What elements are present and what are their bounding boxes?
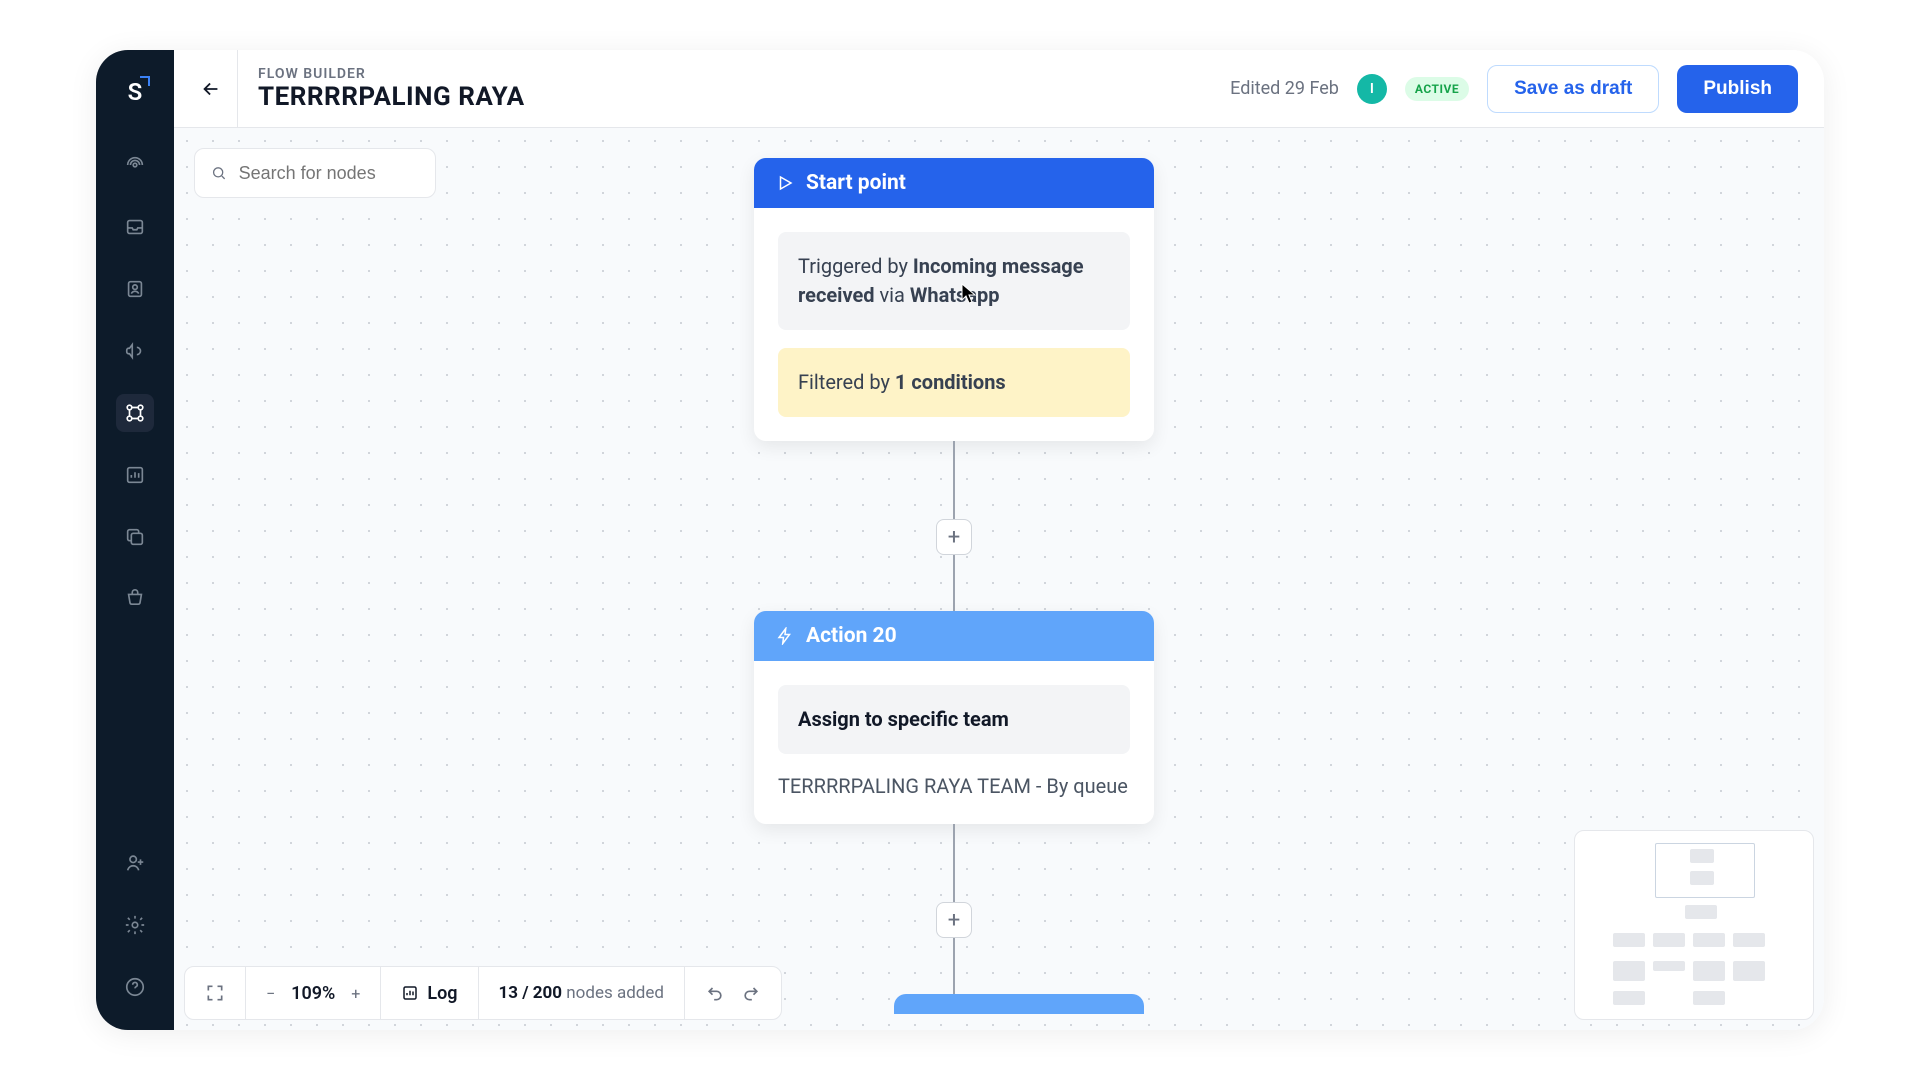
sidebar-flow-icon[interactable] xyxy=(116,394,154,432)
zoom-value: 109% xyxy=(291,983,335,1004)
node-start-title: Start point xyxy=(806,171,906,195)
sidebar-contact-icon[interactable] xyxy=(116,270,154,308)
filter-info: Filtered by 1 conditions xyxy=(778,348,1130,417)
flow-canvas[interactable]: Start point Triggered by Incoming messag… xyxy=(174,128,1824,1030)
app-logo: S xyxy=(128,78,143,106)
search-input[interactable] xyxy=(239,163,419,184)
connector-line xyxy=(953,441,955,519)
sidebar: S xyxy=(96,50,174,1030)
avatar[interactable]: I xyxy=(1357,74,1387,104)
log-button[interactable]: Log xyxy=(401,983,457,1004)
sidebar-inbox-icon[interactable] xyxy=(116,208,154,246)
add-node-button[interactable]: + xyxy=(936,902,972,938)
sidebar-megaphone-icon[interactable] xyxy=(116,332,154,370)
node-search[interactable] xyxy=(194,148,436,198)
add-node-button[interactable]: + xyxy=(936,519,972,555)
node-action-20[interactable]: Action 20 Assign to specific team TERRRR… xyxy=(754,611,1154,824)
sidebar-settings-icon[interactable] xyxy=(116,906,154,944)
node-start[interactable]: Start point Triggered by Incoming messag… xyxy=(754,158,1154,441)
page-title: TERRRRPALING RAYA xyxy=(258,82,525,112)
zoom-in-button[interactable]: + xyxy=(351,984,360,1003)
sidebar-cart-icon[interactable] xyxy=(116,580,154,618)
play-icon xyxy=(776,174,794,192)
bottom-toolbar: − 109% + Log 13 / 200 nodes added xyxy=(184,966,782,1020)
save-draft-button[interactable]: Save as draft xyxy=(1487,65,1659,113)
fullscreen-button[interactable] xyxy=(205,983,225,1003)
sidebar-copy-icon[interactable] xyxy=(116,518,154,556)
trigger-info: Triggered by Incoming message received v… xyxy=(778,232,1130,330)
zoom-out-button[interactable]: − xyxy=(266,984,275,1003)
node-action-title: Action 20 xyxy=(806,624,897,648)
status-badge: ACTIVE xyxy=(1405,77,1469,101)
action-detail: TERRRRPALING RAYA TEAM - By queue xyxy=(778,772,1130,800)
sidebar-user-add-icon[interactable] xyxy=(116,844,154,882)
search-icon xyxy=(211,164,227,182)
sidebar-broadcast-icon[interactable] xyxy=(116,146,154,184)
undo-button[interactable] xyxy=(705,983,725,1003)
connector-line xyxy=(953,938,955,994)
connector-line xyxy=(953,555,955,611)
breadcrumb: FLOW BUILDER xyxy=(258,66,525,82)
sidebar-help-icon[interactable] xyxy=(116,968,154,1006)
node-action-partial[interactable] xyxy=(894,994,1144,1014)
connector-line xyxy=(953,824,955,902)
redo-button[interactable] xyxy=(741,983,761,1003)
nodes-count: 13 / 200 nodes added xyxy=(499,983,664,1003)
sidebar-analytics-icon[interactable] xyxy=(116,456,154,494)
publish-button[interactable]: Publish xyxy=(1677,65,1798,113)
edited-label: Edited 29 Feb xyxy=(1230,78,1339,99)
back-button[interactable] xyxy=(184,50,238,128)
minimap[interactable] xyxy=(1574,830,1814,1020)
bolt-icon xyxy=(776,627,794,645)
topbar: FLOW BUILDER TERRRRPALING RAYA Edited 29… xyxy=(174,50,1824,128)
action-label: Assign to specific team xyxy=(778,685,1130,754)
